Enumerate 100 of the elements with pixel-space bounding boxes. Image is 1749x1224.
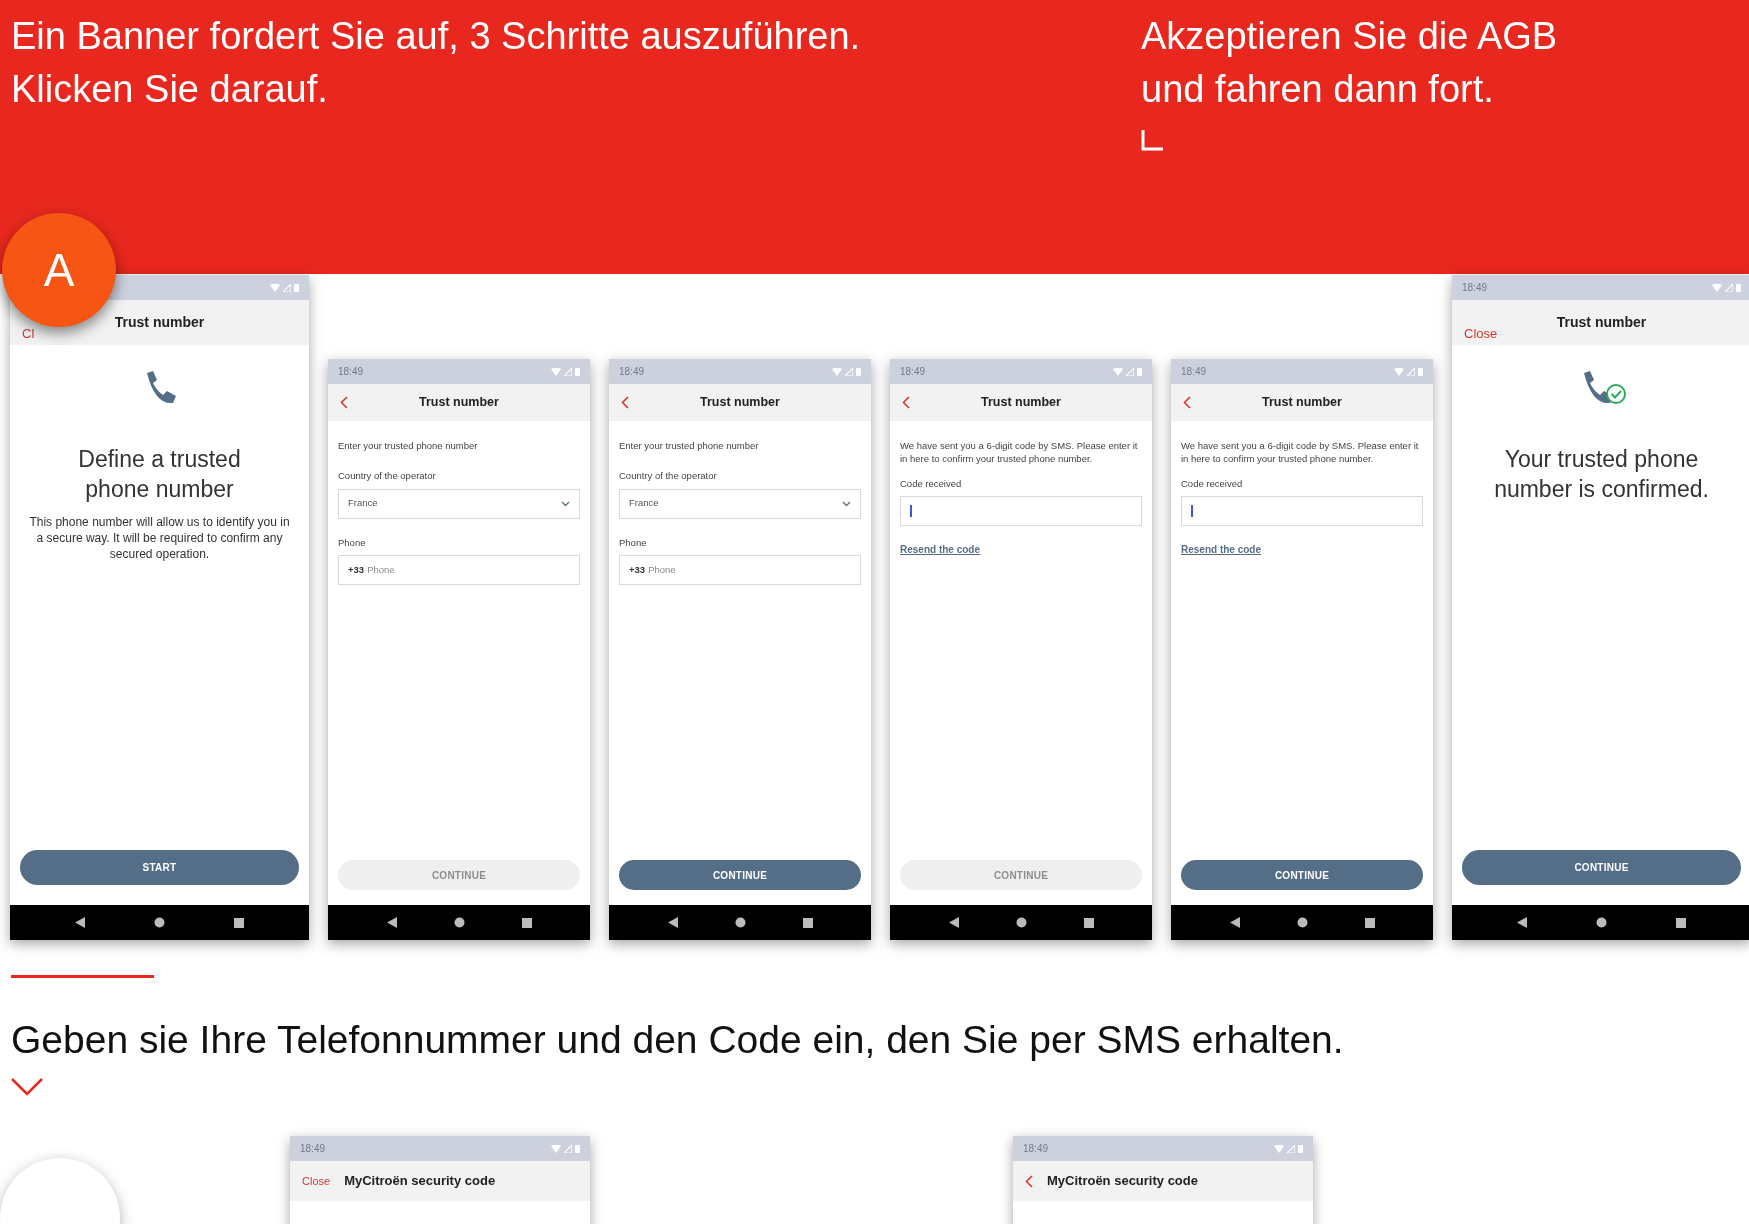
signal-icon bbox=[1725, 283, 1733, 292]
close-link[interactable]: Close bbox=[1464, 327, 1498, 340]
screen-title: Trust number bbox=[1262, 394, 1342, 412]
resend-code-link[interactable]: Resend the code bbox=[1181, 542, 1262, 558]
screen-title: Trust number bbox=[419, 394, 499, 412]
screen-title: Trust number bbox=[981, 394, 1061, 412]
back-triangle-icon[interactable] bbox=[948, 917, 959, 928]
back-chevron-icon[interactable] bbox=[1025, 1174, 1033, 1188]
back-chevron-icon[interactable] bbox=[340, 396, 348, 409]
square-icon[interactable] bbox=[234, 917, 245, 928]
continue-button[interactable]: START bbox=[20, 850, 299, 885]
status-time: 18:49 bbox=[1462, 281, 1488, 295]
status-time: 18:49 bbox=[1181, 365, 1207, 379]
resend-code-link[interactable]: Resend the code bbox=[900, 542, 981, 558]
instruction-text: We have sent you a 6-digit code by SMS. Please enter it in here to confirm your trusted phone number. bbox=[1181, 439, 1420, 465]
phone-field[interactable]: +33 Phone bbox=[619, 554, 861, 585]
chevron-down-icon bbox=[561, 500, 570, 507]
signal-icon bbox=[564, 367, 572, 376]
status-time: 18:49 bbox=[900, 365, 926, 379]
home-circle-icon[interactable] bbox=[154, 917, 165, 928]
home-circle-icon[interactable] bbox=[1596, 917, 1607, 928]
country-dropdown[interactable]: France bbox=[338, 488, 580, 519]
home-circle-icon[interactable] bbox=[734, 917, 746, 928]
signal-icon bbox=[845, 367, 853, 376]
code-input-field[interactable] bbox=[1181, 496, 1423, 527]
battery-icon bbox=[856, 367, 861, 376]
continue-button[interactable]: CONTINUE bbox=[1181, 860, 1423, 890]
instruction-text: Enter your trusted phone number bbox=[619, 439, 760, 453]
home-circle-icon[interactable] bbox=[1296, 917, 1308, 928]
wifi-icon bbox=[1113, 367, 1123, 376]
banner-text: Akzeptieren Sie die AGB und fahren dann fort. bbox=[1141, 14, 1559, 112]
screen-title: MyCitroën security code bbox=[1047, 1172, 1198, 1191]
banner-text: Ein Banner fordert Sie auf, 3 Schritte auszuführen. Klicken Sie darauf. bbox=[11, 14, 862, 112]
square-icon[interactable] bbox=[1676, 917, 1687, 928]
phone-input[interactable]: Phone bbox=[367, 562, 570, 577]
status-time: 18:49 bbox=[300, 1142, 326, 1156]
field-label: Code received bbox=[900, 477, 963, 491]
wifi-icon bbox=[832, 367, 842, 376]
square-icon[interactable] bbox=[1364, 917, 1375, 928]
back-chevron-icon[interactable] bbox=[621, 396, 629, 409]
back-triangle-icon[interactable] bbox=[1229, 917, 1240, 928]
wifi-icon bbox=[551, 367, 561, 376]
back-triangle-icon[interactable] bbox=[667, 917, 678, 928]
country-code: +33 bbox=[629, 562, 646, 577]
battery-icon bbox=[1298, 1144, 1303, 1153]
continue-button[interactable]: CONTINUE bbox=[1462, 850, 1741, 885]
field-label: Country of the operator bbox=[338, 469, 437, 484]
instruction-text: We have sent you a 6-digit code by SMS. Please enter it in here to confirm your trusted phone number. bbox=[900, 439, 1139, 465]
wifi-icon bbox=[1274, 1144, 1284, 1153]
screen-title: MyCitroën security code bbox=[344, 1172, 496, 1191]
screen-heading: Define a trusted phone number bbox=[77, 445, 242, 504]
back-triangle-icon[interactable] bbox=[74, 917, 85, 928]
field-label: Code received bbox=[1181, 477, 1244, 491]
back-chevron-icon[interactable] bbox=[1183, 396, 1191, 409]
screen-title: Trust number bbox=[1556, 313, 1647, 332]
signal-icon bbox=[564, 1144, 572, 1153]
battery-icon bbox=[1137, 367, 1142, 376]
status-time: 18:49 bbox=[619, 365, 645, 379]
battery-icon bbox=[575, 367, 580, 376]
wifi-icon bbox=[1394, 367, 1404, 376]
wifi-icon bbox=[270, 283, 280, 292]
phone-field[interactable]: +33 Phone bbox=[338, 554, 580, 585]
back-triangle-icon[interactable] bbox=[386, 917, 397, 928]
battery-icon bbox=[294, 283, 299, 292]
country-dropdown[interactable]: France bbox=[619, 488, 861, 519]
square-icon[interactable] bbox=[521, 917, 532, 928]
chevron-down-icon bbox=[11, 1078, 43, 1096]
description-text: This phone number will allow us to identify you in a secure way. It will be required to confirm any secured operation. bbox=[28, 514, 291, 562]
screen-heading: Your trusted phone number is confirmed. bbox=[1493, 445, 1710, 504]
screen-title: Trust number bbox=[700, 394, 780, 412]
instruction-text: Enter your trusted phone number bbox=[338, 439, 479, 453]
signal-icon bbox=[283, 283, 291, 292]
battery-icon bbox=[1418, 367, 1423, 376]
square-icon[interactable] bbox=[1083, 917, 1094, 928]
wifi-icon bbox=[1712, 283, 1722, 292]
country-code: +33 bbox=[348, 562, 365, 577]
continue-button[interactable]: CONTINUE bbox=[619, 860, 861, 890]
signal-icon bbox=[1287, 1144, 1295, 1153]
back-triangle-icon[interactable] bbox=[1516, 917, 1527, 928]
signal-icon bbox=[1407, 367, 1415, 376]
back-chevron-icon[interactable] bbox=[902, 396, 910, 409]
field-label: Country of the operator bbox=[619, 469, 718, 484]
field-label: Phone bbox=[619, 535, 648, 550]
battery-icon bbox=[575, 1144, 580, 1153]
phone-input[interactable]: Phone bbox=[648, 562, 851, 577]
field-label: Phone bbox=[338, 535, 367, 550]
close-link[interactable]: Close bbox=[302, 1172, 331, 1190]
code-input-field[interactable] bbox=[900, 496, 1142, 527]
wifi-icon bbox=[551, 1144, 561, 1153]
square-icon[interactable] bbox=[802, 917, 813, 928]
close-link[interactable]: Cl bbox=[22, 327, 35, 340]
screen-title: Trust number bbox=[114, 313, 205, 332]
section-heading: Geben sie Ihre Telefonnummer und den Code ein, den Sie per SMS erhalten. bbox=[11, 1017, 1345, 1063]
home-circle-icon[interactable] bbox=[453, 917, 465, 928]
battery-icon bbox=[1736, 283, 1741, 292]
status-time: 18:49 bbox=[338, 365, 364, 379]
signal-icon bbox=[1126, 367, 1134, 376]
home-circle-icon[interactable] bbox=[1015, 917, 1027, 928]
status-time: 18:49 bbox=[1023, 1142, 1049, 1156]
chevron-down-icon bbox=[842, 500, 851, 507]
